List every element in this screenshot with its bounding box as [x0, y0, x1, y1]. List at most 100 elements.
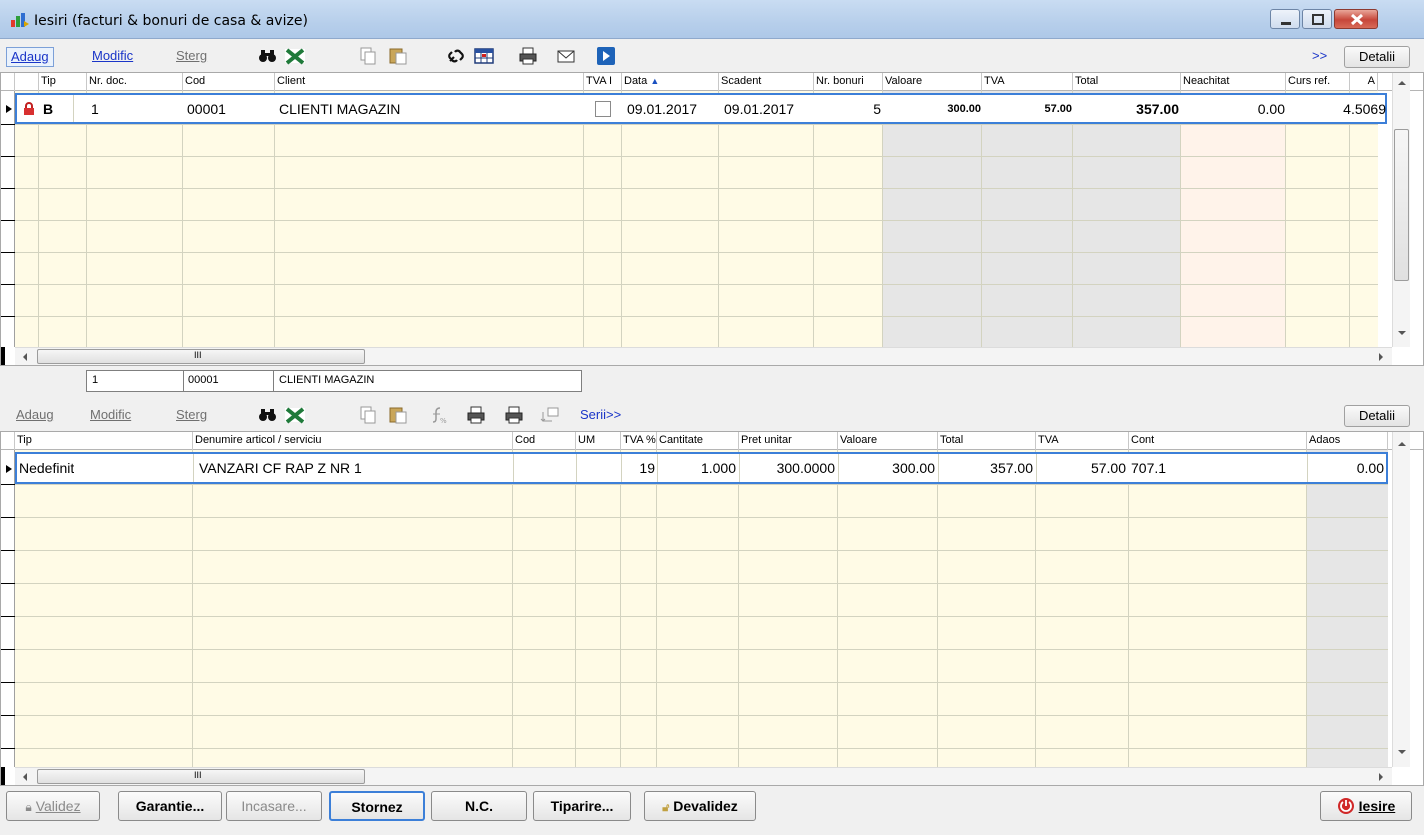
modify-line-button[interactable]: Modific	[86, 406, 135, 426]
col-header-tva[interactable]: TVA	[982, 73, 1073, 91]
tva-checkbox[interactable]	[595, 101, 611, 117]
exit-button[interactable]: Iesire	[1320, 791, 1412, 821]
binoculars-icon[interactable]	[258, 47, 278, 65]
print-button[interactable]: Tiparire...	[533, 791, 631, 821]
scroll-up-icon[interactable]	[1397, 440, 1407, 448]
credit-note-label: N.C.	[465, 798, 493, 814]
vertical-scroll-thumb[interactable]	[1394, 129, 1409, 281]
more-button[interactable]: >>	[1308, 47, 1331, 67]
unlock-icon: 🔓︎	[662, 802, 670, 814]
scroll-left-icon[interactable]	[21, 772, 29, 782]
import-icon[interactable]	[540, 406, 560, 424]
print-icon[interactable]	[466, 406, 486, 424]
column-divider	[656, 450, 657, 767]
horizontal-scroll-thumb[interactable]: III	[37, 349, 365, 364]
col-header-cod[interactable]: Cod	[513, 432, 576, 450]
col-header-nr-doc[interactable]: Nr. doc.	[87, 73, 183, 91]
unvalidate-button[interactable]: 🔓︎ Devalidez	[644, 791, 756, 821]
column-divider	[1285, 91, 1286, 347]
lines-vertical-scrollbar[interactable]	[1392, 432, 1410, 767]
col-header-curs-ref[interactable]: Curs ref.	[1286, 73, 1350, 91]
validate-button[interactable]: 🔒︎ Validez	[6, 791, 100, 821]
col-header-tip[interactable]: Tip	[15, 432, 193, 450]
col-header-total[interactable]: Total	[938, 432, 1036, 450]
copy-icon[interactable]	[358, 47, 378, 65]
scroll-down-icon[interactable]	[1397, 329, 1407, 337]
scroll-up-icon[interactable]	[1397, 79, 1407, 87]
binoculars-icon[interactable]	[258, 406, 278, 424]
column-divider	[73, 95, 74, 122]
details-bottom-button[interactable]: Detalii	[1344, 405, 1410, 427]
documents-toolbar: Adaug Modific Sterg >> Detalii	[0, 42, 1424, 70]
col-header-data[interactable]: Data ▲	[622, 73, 719, 91]
col-header-tva-pct[interactable]: TVA %	[621, 432, 657, 450]
print-icon[interactable]	[518, 47, 538, 65]
delete-line-button[interactable]: Sterg	[172, 406, 211, 426]
lines-horizontal-scrollbar[interactable]: III	[15, 767, 1392, 785]
delete-document-button[interactable]: Sterg	[172, 47, 211, 67]
modify-document-button[interactable]: Modific	[88, 47, 137, 67]
col-header-cont[interactable]: Cont	[1129, 432, 1307, 450]
col-header-cod[interactable]: Cod	[183, 73, 275, 91]
col-header-valoare[interactable]: Valoare	[838, 432, 938, 450]
document-row[interactable]: B 1 00001 CLIENTI MAGAZIN 09.01.2017 09.…	[15, 93, 1387, 124]
col-header-cantitate[interactable]: Cantitate	[657, 432, 739, 450]
collect-button[interactable]: Incasare...	[226, 791, 322, 821]
row-divider	[15, 316, 1378, 317]
scroll-right-icon[interactable]	[1377, 772, 1385, 782]
row-divider	[15, 616, 1388, 617]
col-header-total[interactable]: Total	[1073, 73, 1181, 91]
cell-denumire: VANZARI CF RAP Z NR 1	[199, 460, 362, 476]
next-icon[interactable]	[596, 47, 616, 65]
indicator-line	[1, 156, 15, 157]
lines-grid-body	[15, 450, 1388, 767]
minimize-button[interactable]	[1270, 9, 1300, 29]
current-row-arrow-icon	[6, 465, 12, 473]
col-header-adaos[interactable]: Adaos	[1307, 432, 1388, 450]
paste-icon[interactable]	[388, 406, 408, 424]
scroll-down-icon[interactable]	[1397, 748, 1407, 756]
col-header-client[interactable]: Client	[275, 73, 584, 91]
scroll-right-icon[interactable]	[1377, 352, 1385, 362]
col-header-scadent[interactable]: Scadent	[719, 73, 814, 91]
app-icon	[11, 13, 29, 27]
col-header-neachitat[interactable]: Neachitat	[1181, 73, 1286, 91]
print-preview-icon[interactable]	[504, 406, 524, 424]
col-header-pret-unitar[interactable]: Pret unitar	[739, 432, 838, 450]
horizontal-scroll-thumb[interactable]: III	[37, 769, 365, 784]
table-view-icon[interactable]	[474, 47, 494, 65]
copy-icon[interactable]	[358, 406, 378, 424]
documents-horizontal-scrollbar[interactable]: III	[15, 347, 1392, 365]
col-header-tva-i[interactable]: TVA I	[584, 73, 622, 91]
col-header-um[interactable]: UM	[576, 432, 621, 450]
excel-icon[interactable]	[285, 406, 305, 424]
documents-vertical-scrollbar[interactable]	[1392, 73, 1410, 347]
excel-icon[interactable]	[285, 47, 305, 65]
warranty-button[interactable]: Garantie...	[118, 791, 222, 821]
validate-label: Validez	[35, 798, 81, 814]
credit-note-button[interactable]: N.C.	[431, 791, 527, 821]
row-divider	[15, 156, 1378, 157]
maximize-button[interactable]	[1302, 9, 1332, 29]
col-header-valoare[interactable]: Valoare	[883, 73, 982, 91]
series-button[interactable]: Serii>>	[576, 406, 625, 426]
close-window-button[interactable]	[1334, 9, 1378, 29]
col-header-tip[interactable]: Tip	[39, 73, 87, 91]
col-header-tva[interactable]: TVA	[1036, 432, 1129, 450]
formula-icon[interactable]: %	[428, 406, 448, 424]
splitter-mark	[1, 767, 5, 785]
email-icon[interactable]	[556, 47, 576, 65]
reverse-button[interactable]: Stornez	[329, 791, 425, 821]
scroll-left-icon[interactable]	[21, 352, 29, 362]
paste-icon[interactable]	[388, 47, 408, 65]
column-divider	[576, 454, 577, 482]
add-document-button[interactable]: Adaug	[6, 47, 54, 67]
link-icon[interactable]	[446, 47, 466, 65]
col-header-a[interactable]: A	[1350, 73, 1378, 91]
details-top-button[interactable]: Detalii	[1344, 46, 1410, 68]
article-row[interactable]: Nedefinit VANZARI CF RAP Z NR 1 19 1.000…	[15, 452, 1388, 484]
col-header-denumire[interactable]: Denumire articol / serviciu	[193, 432, 513, 450]
col-header-nr-bonuri[interactable]: Nr. bonuri	[814, 73, 883, 91]
cell-total: 357.00	[1136, 101, 1179, 117]
add-line-button[interactable]: Adaug	[12, 406, 58, 426]
